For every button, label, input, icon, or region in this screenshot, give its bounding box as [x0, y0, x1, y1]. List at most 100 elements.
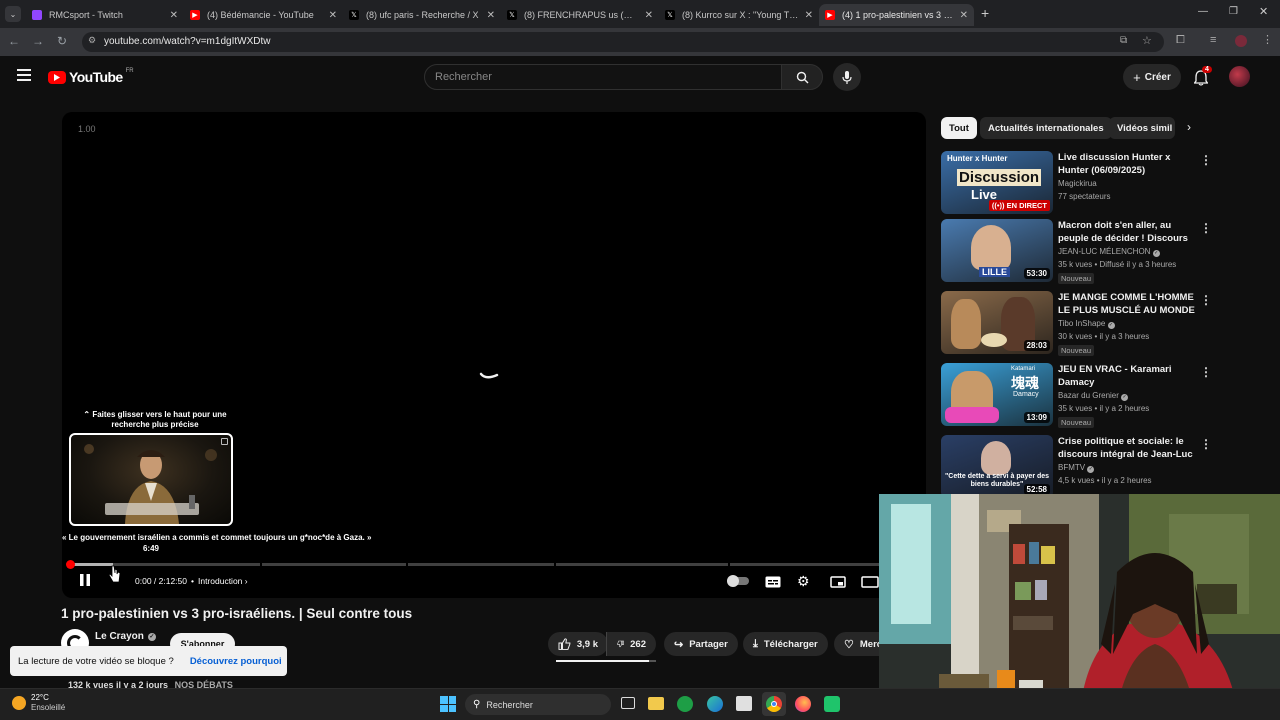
recommendation-meta: 30 k vues • il y a 3 heures	[1058, 332, 1150, 341]
recommendation-channel[interactable]: JEAN-LUC MÉLENCHON ✓	[1058, 247, 1160, 257]
install-app-icon[interactable]: ⧉	[1120, 35, 1127, 46]
settings-button[interactable]: ⚙	[797, 573, 810, 590]
chapter-link[interactable]: Introduction ›	[198, 576, 248, 586]
pause-button[interactable]	[78, 573, 92, 587]
recommendation-thumbnail[interactable]: LILLE 53:30	[941, 219, 1053, 282]
recommendation-card[interactable]: 28:03 JE MANGE COMME L'HOMME LE PLUS MUSC…	[941, 291, 1212, 356]
tab-search-button[interactable]: ⌄	[5, 6, 21, 22]
toast-learn-more-link[interactable]: Découvrez pourquoi	[190, 656, 282, 667]
weather-widget[interactable]: 22°C Ensoleillé	[12, 693, 65, 713]
minimize-button[interactable]: —	[1198, 6, 1208, 17]
forward-arrow-icon[interactable]: →	[30, 34, 46, 48]
more-options-icon[interactable]: ⋮	[1200, 153, 1212, 167]
recommendation-channel[interactable]: BFMTV ✓	[1058, 463, 1095, 473]
recommendation-title[interactable]: Live discussion Hunter x Hunter (06/09/2…	[1058, 151, 1196, 177]
notifications-button[interactable]: 4	[1193, 66, 1212, 86]
recommendation-card[interactable]: Katamari 塊魂 Damacy 13:09 JEU EN VRAC - Karam…	[941, 363, 1212, 428]
recommendation-card[interactable]: "Cette dette a servi à payer des biens d…	[941, 435, 1212, 499]
address-bar[interactable]: ⚙ youtube.com/watch?v=m1dgItWXDtw ⧉ ☆	[82, 32, 1164, 52]
new-tab-button[interactable]: +	[981, 5, 989, 21]
download-button[interactable]: ⤓ Télécharger	[743, 632, 828, 656]
browser-tab[interactable]: ▶ (4) Bédémancie - YouTube ✕	[184, 4, 343, 26]
duration-badge: 13:09	[1023, 412, 1050, 423]
recommendation-title[interactable]: Macron doit s'en aller, au peuple de déc…	[1058, 219, 1196, 245]
recommendation-thumbnail[interactable]: "Cette dette a servi à payer des biens d…	[941, 435, 1053, 498]
search-input[interactable]: Rechercher	[424, 64, 782, 90]
store-icon[interactable]	[736, 696, 752, 711]
reload-icon[interactable]: ↻	[54, 34, 70, 48]
tab-close-icon[interactable]: ✕	[960, 10, 968, 21]
chip-world-news[interactable]: Actualités internationales	[980, 117, 1112, 139]
more-options-icon[interactable]: ⋮	[1200, 293, 1212, 307]
hamburger-menu-icon[interactable]	[17, 69, 31, 81]
recommendation-card[interactable]: Hunter x Hunter Discussion Live ((•)) EN DI…	[941, 151, 1212, 215]
video-player[interactable]: 1.00 ⌃ Faites glisser vers le haut pour …	[62, 112, 926, 598]
separator-dot: •	[191, 576, 194, 586]
weather-temperature: 22°C	[31, 693, 49, 702]
recommendation-title[interactable]: JEU EN VRAC - Karamari Damacy	[1058, 363, 1196, 389]
account-avatar[interactable]	[1229, 66, 1250, 87]
browser-menu-icon[interactable]: ⋮	[1262, 33, 1273, 46]
app-icon[interactable]	[824, 696, 840, 712]
subtitles-icon	[765, 576, 781, 588]
extensions-icon[interactable]: ⧠	[1176, 34, 1185, 47]
autoplay-toggle[interactable]	[727, 575, 749, 587]
task-view-icon[interactable]	[621, 697, 635, 709]
theater-mode-button[interactable]	[861, 575, 879, 593]
close-window-button[interactable]: ✕	[1259, 5, 1268, 18]
recommendation-channel[interactable]: Bazar du Grenier ✓	[1058, 391, 1129, 401]
site-info-icon[interactable]: ⚙	[88, 35, 96, 46]
miniplayer-button[interactable]	[830, 575, 846, 593]
chip-all[interactable]: Tout	[941, 117, 977, 139]
back-arrow-icon[interactable]: ←	[6, 34, 22, 48]
chip-next-chevron-icon[interactable]: ›	[1187, 120, 1191, 134]
youtube-logo[interactable]: YouTube FR	[48, 68, 134, 85]
start-button[interactable]	[440, 696, 456, 712]
thanks-button[interactable]: ♡ Merc	[834, 632, 880, 656]
reading-list-icon[interactable]: ≡	[1210, 34, 1216, 46]
firefox-icon[interactable]	[795, 696, 811, 712]
taskbar-search[interactable]: ⚲ Rechercher	[465, 694, 611, 715]
channel-name[interactable]: Le Crayon ✓	[95, 631, 156, 642]
recommendation-title[interactable]: JE MANGE COMME L'HOMME LE PLUS MUSCLÉ AU…	[1058, 291, 1196, 317]
more-options-icon[interactable]: ⋮	[1200, 221, 1212, 235]
browser-tab[interactable]: 𝕏 (8) Kurrco sur X : "Young Thug ✕	[659, 4, 819, 26]
dislike-button[interactable]: 262	[606, 632, 656, 656]
duration-badge: 28:03	[1023, 340, 1050, 351]
like-button[interactable]: 3,9 k	[548, 632, 608, 656]
voice-search-button[interactable]	[833, 63, 861, 91]
file-explorer-icon[interactable]	[648, 697, 664, 710]
taskbar-search-label: Rechercher	[486, 699, 533, 710]
recommendation-channel[interactable]: Magickirua	[1058, 179, 1097, 188]
browser-tab[interactable]: 𝕏 (8) ufc paris - Recherche / X ✕	[343, 4, 501, 26]
search-button[interactable]	[781, 64, 823, 90]
more-options-icon[interactable]: ⋮	[1200, 437, 1212, 451]
recommendation-title[interactable]: Crise politique et sociale: le discours …	[1058, 435, 1196, 461]
tab-close-icon[interactable]: ✕	[805, 10, 813, 21]
profile-avatar[interactable]	[1235, 35, 1247, 47]
recommendation-channel[interactable]: Tibo InShape ✓	[1058, 319, 1115, 329]
scrubber-handle[interactable]	[65, 560, 75, 569]
xbox-icon[interactable]	[677, 696, 693, 712]
edge-icon[interactable]	[707, 696, 723, 712]
tab-close-icon[interactable]: ✕	[487, 10, 495, 21]
tab-close-icon[interactable]: ✕	[645, 10, 653, 21]
more-options-icon[interactable]: ⋮	[1200, 365, 1212, 379]
share-button[interactable]: ↪ Partager	[664, 632, 738, 656]
chrome-icon[interactable]	[762, 692, 786, 716]
recommendation-thumbnail[interactable]: 28:03	[941, 291, 1053, 354]
browser-tab[interactable]: 𝕏 (8) FRENCHRAPUS us (@Frenchr ✕	[501, 4, 659, 26]
browser-tab[interactable]: RMCsport - Twitch ✕	[26, 4, 184, 26]
tab-close-icon[interactable]: ✕	[329, 10, 337, 21]
tab-close-icon[interactable]: ✕	[170, 10, 178, 21]
subtitles-button[interactable]	[765, 575, 781, 593]
progress-bar[interactable]	[65, 560, 880, 569]
recommendation-card[interactable]: LILLE 53:30 Macron doit s'en aller, au peu…	[941, 219, 1212, 284]
recommendation-thumbnail[interactable]: Katamari 塊魂 Damacy 13:09	[941, 363, 1053, 426]
create-button[interactable]: + Créer	[1123, 64, 1181, 90]
bookmark-star-icon[interactable]: ☆	[1142, 34, 1152, 47]
browser-tab[interactable]: ▶ (4) 1 pro-palestinien vs 3 pro-is ✕	[819, 4, 974, 26]
maximize-button[interactable]: ❐	[1229, 6, 1238, 17]
recommendation-thumbnail[interactable]: Hunter x Hunter Discussion Live ((•)) EN DI…	[941, 151, 1053, 214]
chip-similar-videos[interactable]: Vidéos simil	[1109, 117, 1175, 139]
